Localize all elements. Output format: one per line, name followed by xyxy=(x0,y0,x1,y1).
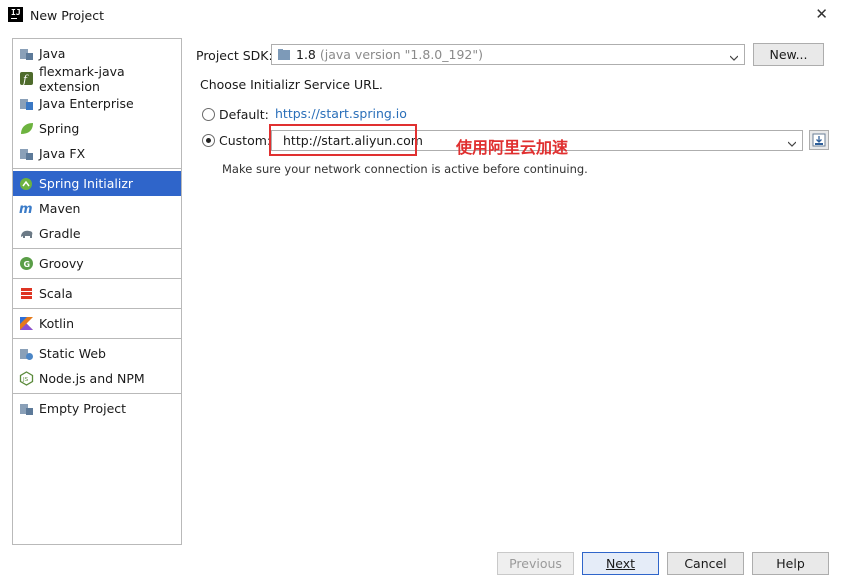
sidebar-item-label: Static Web xyxy=(39,346,106,361)
sidebar-item-label: flexmark-java extension xyxy=(39,63,125,94)
folder-icon xyxy=(19,401,34,416)
sidebar-group-java: Java f flexmark-java extension Java Ente… xyxy=(13,39,181,169)
sidebar-item-label: Empty Project xyxy=(39,401,127,416)
window-title: New Project xyxy=(30,8,105,23)
previous-button[interactable]: Previous xyxy=(497,552,574,575)
sidebar-group-groovy: G Groovy xyxy=(13,249,181,279)
sidebar-item-flexmark[interactable]: f flexmark-java extension xyxy=(13,63,181,94)
sidebar-group-scala: Scala xyxy=(13,279,181,309)
next-button[interactable]: Next xyxy=(582,552,659,575)
sidebar-item-javafx[interactable]: Java FX xyxy=(13,141,181,166)
sidebar-item-nodejs[interactable]: JS Node.js and NPM xyxy=(13,366,181,391)
chevron-down-icon xyxy=(729,50,739,61)
java-enterprise-icon xyxy=(19,96,34,111)
default-url-link[interactable]: https://start.spring.io xyxy=(275,106,407,121)
chevron-down-icon[interactable] xyxy=(787,136,797,147)
sidebar-item-label: Java xyxy=(39,46,66,61)
help-button[interactable]: Help xyxy=(752,552,829,575)
static-web-icon xyxy=(19,346,34,361)
annotation-highlight-box xyxy=(269,124,417,156)
network-hint: Make sure your network connection is act… xyxy=(222,162,588,176)
spring-initializr-icon xyxy=(19,176,34,191)
download-icon xyxy=(812,133,826,147)
sidebar-item-kotlin[interactable]: Kotlin xyxy=(13,311,181,336)
sidebar-item-empty-project[interactable]: Empty Project xyxy=(13,396,181,421)
sidebar-group-web: Static Web JS Node.js and NPM xyxy=(13,339,181,394)
svg-text:m: m xyxy=(19,202,33,216)
annotation-text: 使用阿里云加速 xyxy=(456,138,569,157)
sidebar-item-label: Spring xyxy=(39,121,80,136)
flexmark-icon: f xyxy=(19,71,34,86)
sidebar-item-label: Groovy xyxy=(39,256,84,271)
sidebar-item-static-web[interactable]: Static Web xyxy=(13,341,181,366)
sidebar-item-gradle[interactable]: Gradle xyxy=(13,221,181,246)
new-sdk-button[interactable]: New... xyxy=(753,43,824,66)
nodejs-icon: JS xyxy=(19,371,34,386)
sidebar-item-label: Scala xyxy=(39,286,73,301)
folder-icon xyxy=(19,146,34,161)
kotlin-icon xyxy=(19,316,34,331)
groovy-icon: G xyxy=(19,256,34,271)
jdk-folder-icon xyxy=(277,48,292,61)
sidebar-item-java-enterprise[interactable]: Java Enterprise xyxy=(13,91,181,116)
sidebar-item-scala[interactable]: Scala xyxy=(13,281,181,306)
close-icon[interactable]: ✕ xyxy=(815,5,828,23)
custom-radio[interactable] xyxy=(202,134,215,147)
spring-leaf-icon xyxy=(19,121,34,136)
sidebar-group-build: Spring Initializr m Maven Gradle xyxy=(13,169,181,249)
default-label: Default: xyxy=(219,107,269,122)
project-sdk-dropdown[interactable]: 1.8 (java version "1.8.0_192") xyxy=(271,44,745,65)
sdk-detail: (java version "1.8.0_192") xyxy=(319,47,483,62)
project-sdk-label: Project SDK: xyxy=(196,48,273,63)
sidebar-group-empty: Empty Project xyxy=(13,394,181,423)
maven-icon: m xyxy=(19,201,34,216)
sidebar-item-spring[interactable]: Spring xyxy=(13,116,181,141)
choose-url-heading: Choose Initializr Service URL. xyxy=(200,77,383,92)
browse-url-button[interactable] xyxy=(809,130,829,150)
sidebar-group-kotlin: Kotlin xyxy=(13,309,181,339)
sidebar-item-groovy[interactable]: G Groovy xyxy=(13,251,181,276)
sidebar-item-label: Java FX xyxy=(39,146,86,161)
gradle-elephant-icon xyxy=(19,226,34,241)
sidebar-item-label: Node.js and NPM xyxy=(39,371,145,386)
folder-icon xyxy=(19,46,34,61)
cancel-button[interactable]: Cancel xyxy=(667,552,744,575)
sidebar-item-maven[interactable]: m Maven xyxy=(13,196,181,221)
sidebar-item-label: Java Enterprise xyxy=(39,96,134,111)
svg-text:G: G xyxy=(24,260,31,269)
intellij-app-icon: IJ xyxy=(8,7,23,22)
svg-text:JS: JS xyxy=(22,377,29,383)
sidebar-item-label: Gradle xyxy=(39,226,81,241)
custom-label: Custom: xyxy=(219,133,272,148)
sidebar-item-label: Maven xyxy=(39,201,81,216)
sdk-version: 1.8 xyxy=(296,47,316,62)
project-type-list: Java f flexmark-java extension Java Ente… xyxy=(12,38,182,545)
title-bar: IJ New Project ✕ xyxy=(0,0,842,31)
default-radio[interactable] xyxy=(202,108,215,121)
sidebar-item-label: Kotlin xyxy=(39,316,74,331)
sidebar-item-label: Spring Initializr xyxy=(39,176,134,191)
sidebar-item-spring-initializr[interactable]: Spring Initializr xyxy=(13,171,181,196)
sidebar-item-java[interactable]: Java xyxy=(13,41,181,66)
scala-icon xyxy=(19,286,34,301)
